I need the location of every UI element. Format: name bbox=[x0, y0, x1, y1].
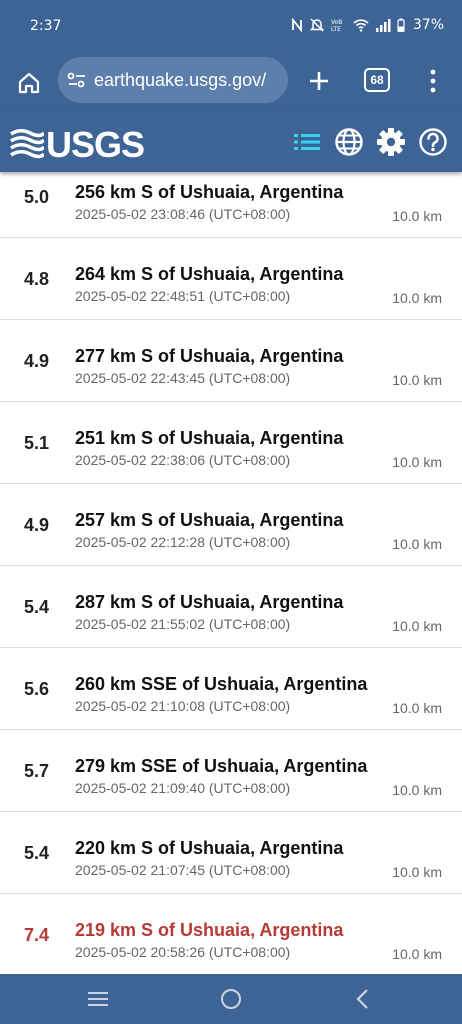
signal-icon bbox=[375, 18, 391, 32]
event-depth: 10.0 km bbox=[392, 618, 442, 634]
recents-button[interactable] bbox=[85, 986, 111, 1012]
status-bar: 2:37 VoB LTE 37% bbox=[0, 0, 462, 56]
usgs-logo-text: USGS bbox=[46, 124, 145, 165]
event-place: 220 km S of Ushuaia, Argentina bbox=[75, 838, 344, 858]
event-depth: 10.0 km bbox=[392, 290, 442, 306]
event-place: 219 km S of Ushuaia, Argentina bbox=[75, 920, 344, 940]
event-magnitude: 5.6 bbox=[24, 678, 50, 699]
event-place: 277 km S of Ushuaia, Argentina bbox=[75, 346, 344, 366]
back-icon bbox=[356, 989, 368, 1009]
event-time: 2025-05-02 21:10:08 (UTC+08:00) bbox=[75, 698, 291, 714]
help-button[interactable] bbox=[417, 126, 449, 158]
event-row[interactable]: 5.4 287 km S of Ushuaia, Argentina 2025-… bbox=[0, 566, 462, 648]
help-icon bbox=[419, 128, 447, 156]
event-time: 2025-05-02 21:55:02 (UTC+08:00) bbox=[75, 616, 291, 632]
event-place: 264 km S of Ushuaia, Argentina bbox=[75, 264, 344, 284]
browser-menu-button[interactable] bbox=[424, 68, 442, 94]
event-magnitude: 5.1 bbox=[24, 432, 50, 453]
list-view-button[interactable] bbox=[291, 126, 323, 158]
event-magnitude: 4.9 bbox=[24, 514, 50, 535]
event-time: 2025-05-02 23:08:46 (UTC+08:00) bbox=[75, 206, 291, 222]
battery-icon bbox=[397, 18, 405, 32]
event-time: 2025-05-02 22:48:51 (UTC+08:00) bbox=[75, 288, 291, 304]
event-time: 2025-05-02 21:09:40 (UTC+08:00) bbox=[75, 780, 291, 796]
mute-icon bbox=[309, 17, 325, 33]
gear-icon bbox=[377, 128, 405, 156]
event-depth: 10.0 km bbox=[392, 782, 442, 798]
home-nav-button[interactable] bbox=[218, 986, 244, 1012]
more-vert-icon bbox=[430, 69, 436, 93]
plus-icon bbox=[310, 72, 328, 90]
event-row[interactable]: 4.9 277 km S of Ushuaia, Argentina 2025-… bbox=[0, 320, 462, 402]
event-row[interactable]: 5.6 260 km SSE of Ushuaia, Argentina 202… bbox=[0, 648, 462, 730]
tab-switcher-button[interactable]: 68 bbox=[364, 68, 390, 92]
list-icon bbox=[294, 134, 320, 150]
back-button[interactable] bbox=[350, 986, 376, 1012]
event-depth: 10.0 km bbox=[392, 946, 442, 962]
event-time: 2025-05-02 22:43:45 (UTC+08:00) bbox=[75, 370, 291, 386]
event-magnitude: 4.9 bbox=[24, 350, 50, 371]
event-place: 287 km S of Ushuaia, Argentina bbox=[75, 592, 344, 612]
globe-icon bbox=[335, 128, 363, 156]
event-depth: 10.0 km bbox=[392, 864, 442, 880]
home-icon bbox=[18, 72, 40, 94]
event-row[interactable]: 5.4 220 km S of Ushuaia, Argentina 2025-… bbox=[0, 812, 462, 894]
url-text[interactable]: earthquake.usgs.gov/ bbox=[94, 70, 266, 91]
recents-icon bbox=[88, 992, 108, 1006]
event-time: 2025-05-02 21:07:45 (UTC+08:00) bbox=[75, 862, 291, 878]
event-time: 2025-05-02 22:38:06 (UTC+08:00) bbox=[75, 452, 291, 468]
event-time: 2025-05-02 22:12:28 (UTC+08:00) bbox=[75, 534, 291, 550]
battery-percent: 37% bbox=[412, 17, 444, 33]
usgs-logo[interactable]: USGS bbox=[10, 124, 145, 166]
event-place: 251 km S of Ushuaia, Argentina bbox=[75, 428, 344, 448]
event-time: 2025-05-02 20:58:26 (UTC+08:00) bbox=[75, 944, 291, 960]
event-place: 279 km SSE of Ushuaia, Argentina bbox=[75, 756, 368, 776]
event-depth: 10.0 km bbox=[392, 372, 442, 388]
event-magnitude: 5.4 bbox=[24, 842, 50, 863]
volte-icon: VoB LTE bbox=[331, 18, 347, 32]
map-view-button[interactable] bbox=[333, 126, 365, 158]
event-magnitude: 7.4 bbox=[24, 924, 50, 945]
usgs-wave-icon bbox=[10, 129, 44, 159]
event-row[interactable]: 5.0 256 km S of Ushuaia, Argentina 2025-… bbox=[0, 172, 462, 238]
tab-count: 68 bbox=[370, 73, 384, 87]
status-time: 2:37 bbox=[30, 18, 62, 34]
event-row[interactable]: 5.7 279 km SSE of Ushuaia, Argentina 202… bbox=[0, 730, 462, 812]
new-tab-button[interactable] bbox=[304, 66, 334, 96]
event-depth: 10.0 km bbox=[392, 208, 442, 224]
usgs-header: USGS bbox=[0, 112, 462, 172]
tune-icon[interactable] bbox=[67, 72, 87, 93]
event-magnitude: 5.4 bbox=[24, 596, 50, 617]
event-magnitude: 4.8 bbox=[24, 268, 50, 289]
event-row[interactable]: 4.9 257 km S of Ushuaia, Argentina 2025-… bbox=[0, 484, 462, 566]
home-button[interactable] bbox=[14, 68, 44, 98]
wifi-icon bbox=[353, 18, 369, 32]
event-depth: 10.0 km bbox=[392, 536, 442, 552]
settings-button[interactable] bbox=[375, 126, 407, 158]
status-icons: VoB LTE 37% bbox=[291, 17, 444, 33]
svg-text:VoB: VoB bbox=[331, 19, 342, 26]
event-depth: 10.0 km bbox=[392, 454, 442, 470]
event-row[interactable]: 5.1 251 km S of Ushuaia, Argentina 2025-… bbox=[0, 402, 462, 484]
navigation-bar bbox=[0, 974, 462, 1024]
event-place: 256 km S of Ushuaia, Argentina bbox=[75, 182, 344, 202]
home-circle-icon bbox=[221, 989, 241, 1009]
event-place: 257 km S of Ushuaia, Argentina bbox=[75, 510, 344, 530]
event-place: 260 km SSE of Ushuaia, Argentina bbox=[75, 674, 368, 694]
address-bar[interactable]: earthquake.usgs.gov/ bbox=[58, 57, 288, 103]
nfc-icon bbox=[291, 18, 303, 32]
browser-toolbar: earthquake.usgs.gov/ 68 bbox=[0, 56, 462, 112]
event-depth: 10.0 km bbox=[392, 700, 442, 716]
event-magnitude: 5.0 bbox=[24, 186, 50, 207]
event-magnitude: 5.7 bbox=[24, 760, 50, 781]
earthquake-list: 5.0 256 km S of Ushuaia, Argentina 2025-… bbox=[0, 172, 462, 974]
event-row[interactable]: 4.8 264 km S of Ushuaia, Argentina 2025-… bbox=[0, 238, 462, 320]
event-row-major[interactable]: 7.4 219 km S of Ushuaia, Argentina 2025-… bbox=[0, 894, 462, 974]
svg-text:LTE: LTE bbox=[331, 26, 341, 32]
